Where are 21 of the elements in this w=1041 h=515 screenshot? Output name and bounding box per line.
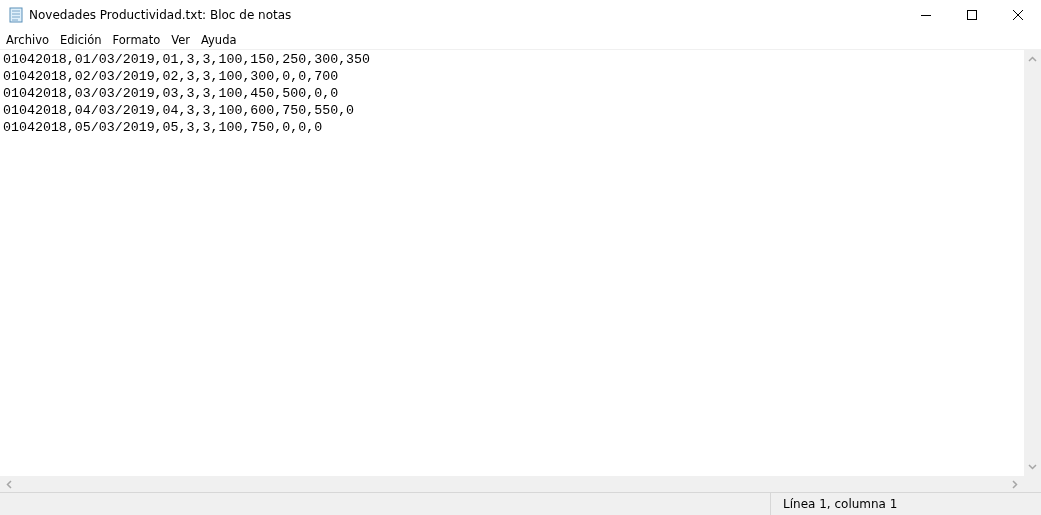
menu-item[interactable]: Ver: [165, 32, 195, 47]
window-title: Novedades Productividad.txt: Bloc de notas: [29, 8, 292, 22]
text-line: 01042018,02/03/2019,02,3,3,100,300,0,0,700: [3, 68, 340, 85]
maximize-icon: [967, 10, 977, 20]
text-line: 01042018,01/03/2019,01,3,3,100,150,250,300,350: [3, 51, 372, 68]
vertical-scrollbar[interactable]: [1024, 50, 1041, 476]
text-line: 01042018,04/03/2019,04,3,3,100,600,750,550,0: [3, 102, 356, 119]
scroll-right-icon[interactable]: [1012, 479, 1018, 489]
menu-item[interactable]: Formato: [106, 32, 166, 47]
cursor-position: Línea 1, columna 1: [783, 497, 898, 511]
scroll-left-icon[interactable]: [6, 479, 12, 489]
notepad-icon: [8, 7, 24, 23]
close-icon: [1013, 10, 1023, 20]
text-line: 01042018,05/03/2019,05,3,3,100,750,0,0,0: [3, 119, 324, 136]
horizontal-scrollbar[interactable]: [0, 476, 1024, 492]
menu-item[interactable]: Ayuda: [194, 32, 242, 47]
menu-item[interactable]: Archivo: [0, 32, 54, 47]
text-line: 01042018,03/03/2019,03,3,3,100,450,500,0,0: [3, 85, 340, 102]
scroll-down-icon[interactable]: [1028, 464, 1037, 470]
menu-item[interactable]: Edición: [54, 32, 107, 47]
scroll-up-icon[interactable]: [1028, 56, 1037, 62]
